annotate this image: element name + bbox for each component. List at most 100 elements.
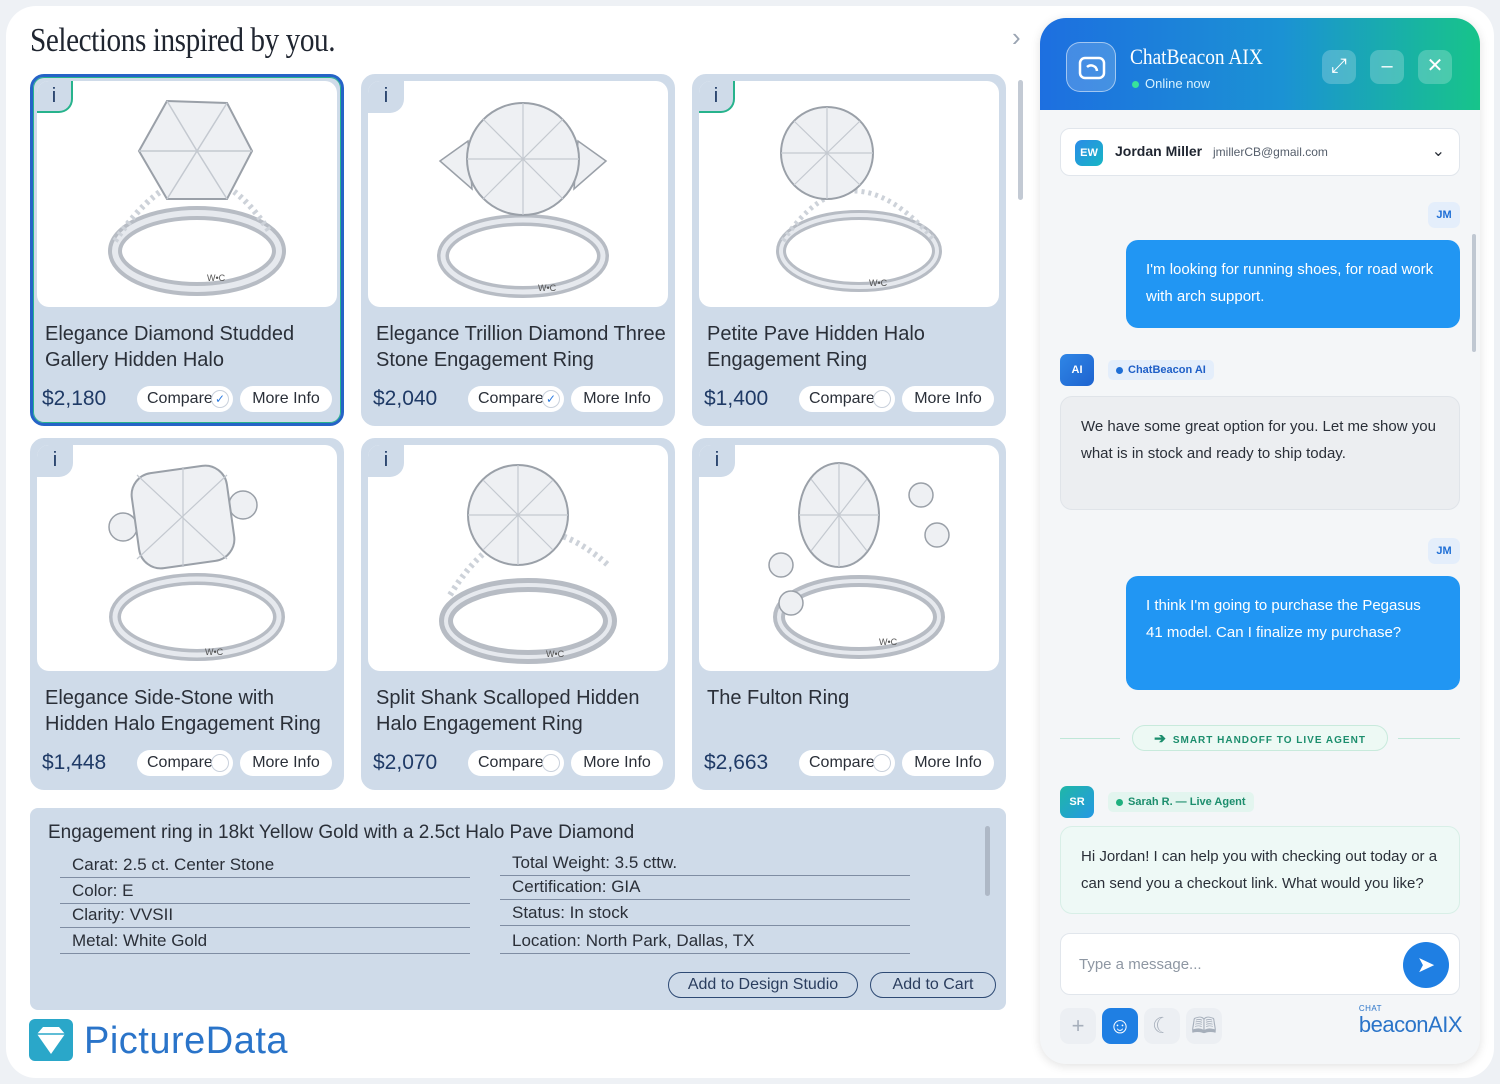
svg-text:W•C: W•C bbox=[538, 283, 557, 293]
product-image[interactable]: W•C i bbox=[37, 81, 337, 307]
online-dot bbox=[1132, 81, 1139, 89]
product-card[interactable]: W•C i Elegance Diamond Studded Gallery H… bbox=[30, 74, 344, 426]
compare-label: Compare bbox=[809, 390, 875, 407]
app-frame: Selections inspired by you. › W•C i Eleg… bbox=[6, 6, 1494, 1078]
product-name: Split Shank Scalloped Hidden Halo Engage… bbox=[376, 687, 640, 735]
spec-row: Color: E bbox=[60, 880, 470, 904]
info-icon[interactable]: i bbox=[37, 81, 73, 113]
sender-label: Sarah R. — Live Agent bbox=[1108, 792, 1254, 812]
product-image[interactable]: W•C i bbox=[368, 445, 668, 671]
send-icon[interactable]: ➤ bbox=[1403, 942, 1449, 988]
info-icon[interactable]: i bbox=[368, 81, 404, 113]
minimize-icon[interactable]: – bbox=[1370, 50, 1404, 84]
chat-logo-icon bbox=[1066, 42, 1116, 92]
product-image[interactable]: W•C i bbox=[699, 445, 999, 671]
chevron-right-icon[interactable]: › bbox=[1012, 24, 1032, 52]
details-scrollbar[interactable] bbox=[985, 826, 990, 896]
chevron-down-icon[interactable]: ⌄ bbox=[1432, 141, 1445, 161]
compare-toggle[interactable]: Compare bbox=[799, 750, 895, 776]
info-icon[interactable]: i bbox=[699, 81, 735, 113]
message-composer[interactable]: Type a message... ➤ bbox=[1060, 933, 1460, 995]
emoji-icon[interactable]: ☺ bbox=[1102, 1008, 1138, 1044]
more-info-button[interactable]: More Info bbox=[240, 386, 332, 412]
product-price: $2,040 bbox=[373, 387, 438, 410]
compare-toggle[interactable]: Compare bbox=[799, 386, 895, 412]
message-input[interactable]: Type a message... bbox=[1079, 956, 1202, 973]
more-info-button[interactable]: More Info bbox=[571, 750, 663, 776]
moon-icon[interactable]: ☾ bbox=[1144, 1008, 1180, 1044]
spec-row: Status: In stock bbox=[500, 902, 910, 926]
avatar: SR bbox=[1060, 786, 1094, 818]
info-icon[interactable]: i bbox=[368, 445, 404, 477]
left-scrollbar[interactable] bbox=[1018, 80, 1023, 200]
product-card[interactable]: W•C i The Fulton Ring $2,663 Compare Mor… bbox=[692, 438, 1006, 790]
product-card[interactable]: W•C i Split Shank Scalloped Hidden Halo … bbox=[361, 438, 675, 790]
product-card[interactable]: W•C i Petite Pave Hidden Halo Engagement… bbox=[692, 74, 1006, 426]
shrink-icon[interactable]: ⤢ bbox=[1322, 50, 1356, 84]
chat-status: Online now bbox=[1132, 76, 1210, 91]
product-image[interactable]: W•C i bbox=[37, 445, 337, 671]
spec-color: Color: E bbox=[72, 881, 134, 900]
user-email: jmillerCB@gmail.com bbox=[1213, 145, 1328, 159]
plus-icon[interactable]: + bbox=[1060, 1008, 1096, 1044]
chat-brand-small: CHAT bbox=[1358, 1004, 1383, 1013]
ring-image: W•C bbox=[439, 464, 617, 664]
product-card[interactable]: W•C i Elegance Side-Stone with Hidden Ha… bbox=[30, 438, 344, 790]
book-icon[interactable]: 🕮 bbox=[1186, 1008, 1222, 1044]
message-bubble-incoming: We have some great option for you. Let m… bbox=[1060, 396, 1460, 510]
more-info-button[interactable]: More Info bbox=[240, 750, 332, 776]
info-icon[interactable]: i bbox=[37, 445, 73, 477]
product-details-panel: Engagement ring in 18kt Yellow Gold with… bbox=[30, 808, 1006, 1010]
spec-clarity: Clarity: VVSII bbox=[72, 905, 174, 924]
compare-label: Compare bbox=[147, 390, 213, 407]
svg-text:W•C: W•C bbox=[546, 649, 565, 659]
compare-toggle[interactable]: Compare ✓ bbox=[468, 386, 564, 412]
more-info-button[interactable]: More Info bbox=[902, 750, 994, 776]
sender-dot bbox=[1116, 798, 1123, 806]
product-price: $1,400 bbox=[704, 387, 769, 410]
details-title: Engagement ring in 18kt Yellow Gold with… bbox=[48, 822, 635, 843]
compare-toggle[interactable]: Compare ✓ bbox=[137, 386, 233, 412]
svg-text:W•C: W•C bbox=[879, 637, 898, 647]
product-name: Elegance Side-Stone with Hidden Halo Eng… bbox=[45, 687, 321, 735]
product-name: The Fulton Ring bbox=[707, 687, 850, 709]
add-to-cart-button[interactable]: Add to Cart bbox=[870, 972, 996, 998]
product-card[interactable]: W•C i Elegance Trillion Diamond Three St… bbox=[361, 74, 675, 426]
product-price: $1,448 bbox=[42, 751, 107, 774]
user-name: Jordan Miller bbox=[1115, 143, 1203, 159]
info-icon[interactable]: i bbox=[699, 445, 735, 477]
brand-name: PictureData bbox=[84, 1020, 289, 1062]
sender-dot bbox=[1116, 366, 1123, 374]
diamond-logo-icon bbox=[29, 1019, 73, 1061]
more-info-button[interactable]: More Info bbox=[902, 386, 994, 412]
avatar: JM bbox=[1428, 538, 1460, 564]
handoff-badge: ➔ SMART HANDOFF TO LIVE AGENT bbox=[1132, 725, 1388, 751]
spec-location: Location: North Park, Dallas, TX bbox=[512, 931, 755, 950]
chat-brand-name: beaconAIX bbox=[1358, 1012, 1463, 1037]
compare-toggle[interactable]: Compare bbox=[468, 750, 564, 776]
close-icon[interactable]: ✕ bbox=[1418, 50, 1452, 84]
product-image[interactable]: W•C i bbox=[699, 81, 999, 307]
more-info-button[interactable]: More Info bbox=[571, 386, 663, 412]
add-to-design-studio-button[interactable]: Add to Design Studio bbox=[668, 972, 858, 998]
checkbox-empty bbox=[873, 390, 891, 408]
spec-row: Clarity: VVSII bbox=[60, 904, 470, 928]
checkbox-empty bbox=[211, 754, 229, 772]
spec-row: Total Weight: 3.5 cttw. bbox=[500, 852, 910, 876]
message-bubble-incoming: Hi Jordan! I can help you with checking … bbox=[1060, 826, 1460, 914]
user-selector[interactable]: EW Jordan Miller jmillerCB@gmail.com ⌄ bbox=[1060, 128, 1460, 176]
compare-label: Compare bbox=[809, 754, 875, 771]
arrow-right-icon: ➔ bbox=[1154, 730, 1167, 746]
spec-row: Location: North Park, Dallas, TX bbox=[500, 930, 910, 954]
compare-toggle[interactable]: Compare bbox=[137, 750, 233, 776]
chat-scrollbar[interactable] bbox=[1472, 234, 1476, 352]
avatar: JM bbox=[1428, 202, 1460, 228]
checkbox-empty bbox=[542, 754, 560, 772]
spec-row: Metal: White Gold bbox=[60, 930, 470, 954]
product-price: $2,070 bbox=[373, 751, 438, 774]
ring-image: W•C bbox=[108, 464, 285, 661]
sender-name: Sarah R. — Live Agent bbox=[1128, 796, 1246, 808]
product-image[interactable]: W•C i bbox=[368, 81, 668, 307]
divider bbox=[1398, 738, 1460, 739]
check-icon: ✓ bbox=[211, 390, 229, 408]
